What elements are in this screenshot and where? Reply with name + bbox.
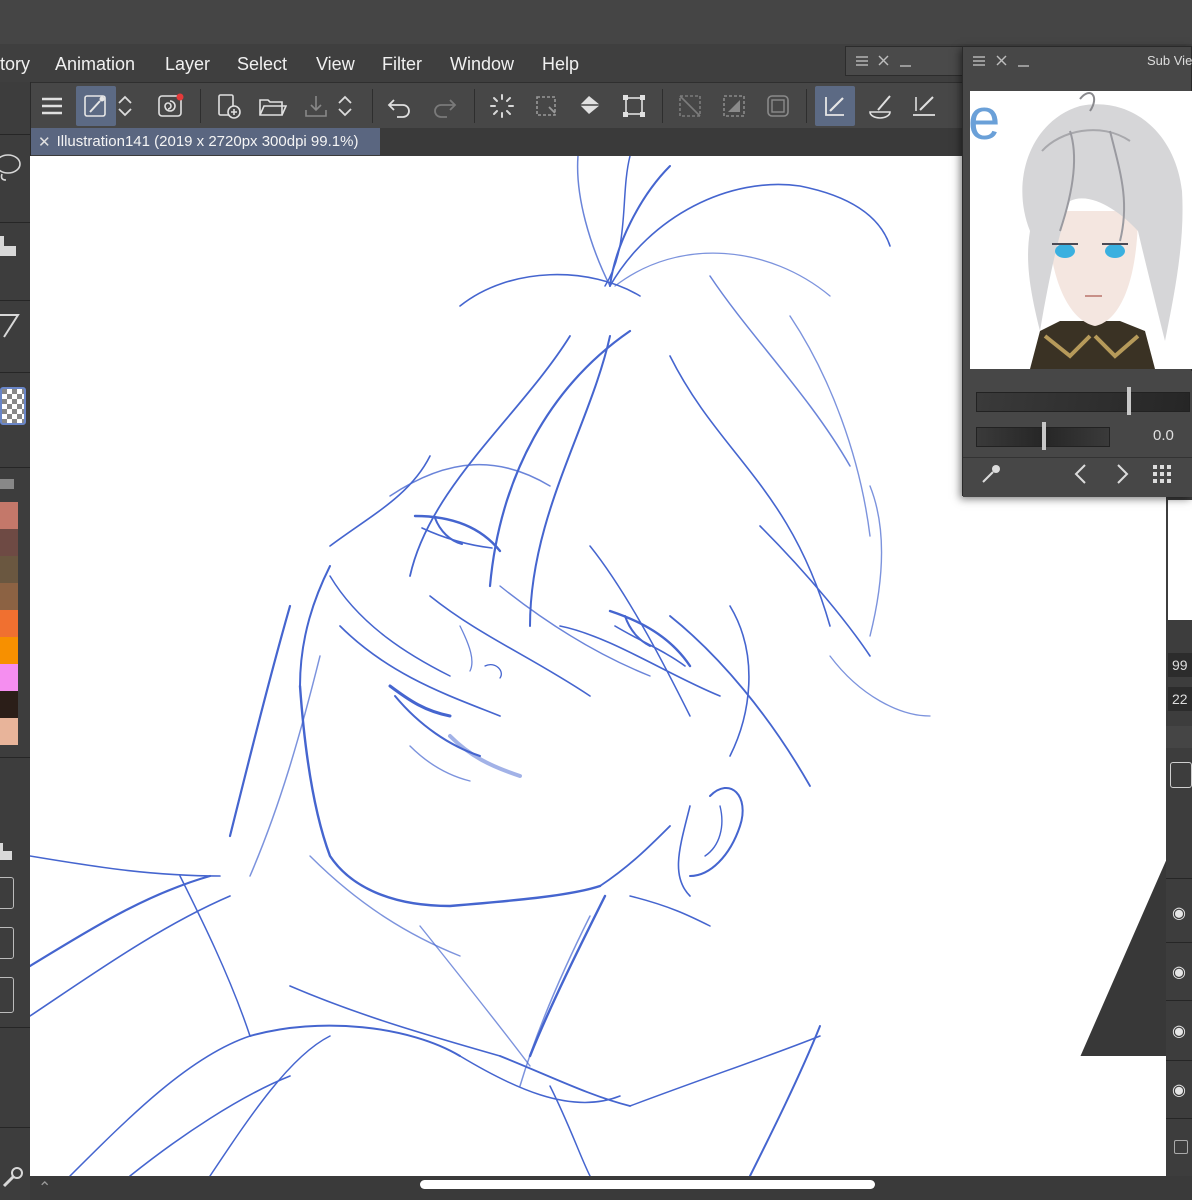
visibility-eye-icon[interactable]: ◉ — [1172, 1080, 1186, 1100]
deselect-icon[interactable] — [670, 86, 710, 126]
wrench-icon[interactable] — [0, 1164, 30, 1194]
left-tool-column — [0, 82, 31, 1200]
navigator-preview — [1168, 500, 1192, 620]
up-down-icon-2[interactable] — [334, 86, 356, 126]
zoom-slider[interactable] — [976, 392, 1190, 412]
sub-view-window: Sub Vie e 0.0 — [962, 46, 1192, 497]
pen-pressure-icon[interactable] — [0, 877, 14, 909]
up-down-icon[interactable] — [114, 86, 136, 126]
lasso-icon[interactable] — [0, 142, 30, 202]
zoom-field[interactable]: 99 — [1168, 653, 1192, 677]
visibility-eye-icon[interactable]: ◉ — [1172, 1021, 1186, 1041]
menu-window[interactable]: Window — [450, 54, 514, 75]
menu-layer[interactable]: Layer — [165, 54, 210, 75]
canvas-edge-shadow — [1080, 860, 1166, 1056]
toolbar-divider — [372, 89, 373, 123]
zoom-slider-thumb[interactable] — [1127, 387, 1131, 415]
menu-animation[interactable]: Animation — [55, 54, 135, 75]
floating-panel-titlebar[interactable] — [845, 46, 963, 76]
sub-view-titlebar[interactable]: Sub Vie — [963, 47, 1192, 75]
palette-swatch[interactable] — [0, 610, 18, 637]
menu-view[interactable]: View — [316, 54, 355, 75]
hamburger-icon[interactable] — [32, 86, 72, 126]
palette-swatch[interactable] — [0, 664, 18, 691]
palette-header-icon — [0, 479, 14, 489]
menu-select[interactable]: Select — [237, 54, 287, 75]
ruler-pen-icon[interactable] — [904, 86, 944, 126]
save-icon[interactable] — [296, 86, 336, 126]
fill-bucket-icon[interactable] — [570, 86, 610, 126]
reference-character-illustration — [1022, 92, 1183, 369]
eyedropper-icon[interactable] — [979, 462, 1003, 486]
selection-icon[interactable] — [526, 86, 566, 126]
palette-swatch[interactable] — [0, 502, 18, 529]
transform-icon[interactable] — [614, 86, 654, 126]
menu-help[interactable]: Help — [542, 54, 579, 75]
invert-selection-icon[interactable] — [714, 86, 754, 126]
ruler-icon[interactable] — [0, 307, 30, 347]
new-canvas-icon[interactable] — [208, 86, 248, 126]
subtool-pen-icon[interactable] — [76, 86, 116, 126]
chevron-up-icon[interactable]: ⌃ — [38, 1178, 51, 1198]
redo-icon[interactable] — [424, 86, 464, 126]
previous-icon[interactable] — [1071, 462, 1091, 486]
toolbar-divider — [474, 89, 475, 123]
menu-history[interactable]: tory — [0, 54, 30, 75]
home-indicator[interactable] — [420, 1180, 875, 1189]
loading-spinner-icon[interactable] — [482, 86, 522, 126]
next-icon[interactable] — [1113, 462, 1133, 486]
reference-image: e — [970, 91, 1192, 369]
layer-panel-header — [1166, 726, 1192, 748]
transparent-color-swatch[interactable] — [0, 387, 26, 425]
palette-swatch[interactable] — [0, 718, 18, 745]
document-title: Illustration141 (2019 x 2720px 300dpi 99… — [56, 133, 359, 150]
right-panel: 99 22 ◉ ◉ ◉ ◉ — [1166, 500, 1192, 1200]
stepper-icon[interactable] — [0, 977, 14, 1013]
visibility-eye-icon[interactable]: ◉ — [1172, 903, 1186, 923]
visibility-eye-icon[interactable]: ◉ — [1172, 962, 1186, 982]
open-folder-icon[interactable] — [252, 86, 292, 126]
palette-swatch[interactable] — [0, 691, 18, 718]
toolbar-divider — [806, 89, 807, 123]
system-top-strip — [0, 0, 1192, 44]
stamp-icon[interactable] — [0, 230, 30, 270]
layer-checkbox[interactable] — [1174, 1140, 1188, 1154]
document-tab[interactable]: ✕ Illustration141 (2019 x 2720px 300dpi … — [30, 128, 380, 155]
palette-swatch[interactable] — [0, 637, 18, 664]
layer-option-box[interactable] — [1170, 762, 1192, 788]
swirl-icon[interactable] — [150, 86, 190, 126]
rotation-slider-thumb[interactable] — [1042, 422, 1046, 450]
rotation-value: 0.0 — [1153, 427, 1174, 444]
palette-swatch[interactable] — [0, 529, 18, 556]
undo-icon[interactable] — [380, 86, 420, 126]
toolbar-divider — [662, 89, 663, 123]
palette-swatch[interactable] — [0, 583, 18, 610]
close-icon[interactable]: ✕ — [38, 133, 51, 151]
download-icon[interactable] — [0, 927, 14, 959]
palette-swatch[interactable] — [0, 556, 18, 583]
frame-icon[interactable] — [758, 86, 798, 126]
grid-icon[interactable] — [1151, 463, 1173, 485]
angle-field[interactable]: 22 — [1168, 687, 1192, 711]
toolbar-divider — [200, 89, 201, 123]
sub-view-title: Sub Vie — [1147, 53, 1192, 68]
stamp-small-icon[interactable] — [0, 837, 30, 867]
brush-icon[interactable] — [860, 86, 900, 126]
pen-active-icon[interactable] — [815, 86, 855, 126]
menu-filter[interactable]: Filter — [382, 54, 422, 75]
